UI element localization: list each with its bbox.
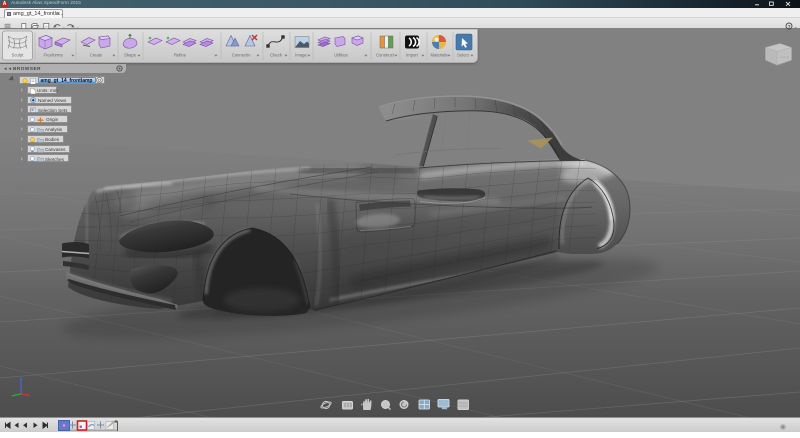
svg-text:Materials: Materials xyxy=(431,52,448,57)
svg-text:Construct: Construct xyxy=(376,52,395,57)
svg-text:Freeforms: Freeforms xyxy=(43,52,62,57)
svg-text:FRONT: FRONT xyxy=(780,56,790,60)
svg-text:Check: Check xyxy=(270,52,283,57)
svg-text:Select: Select xyxy=(457,52,469,57)
svg-text:Image: Image xyxy=(295,52,307,57)
svg-text:Sculpt: Sculpt xyxy=(12,52,24,57)
svg-text:Create: Create xyxy=(90,52,103,57)
svg-text:Connectiv: Connectiv xyxy=(232,52,252,57)
svg-text:?: ? xyxy=(788,23,791,29)
svg-text:Utilities: Utilities xyxy=(334,52,348,57)
svg-text:Refine: Refine xyxy=(174,52,187,57)
svg-text:Shape: Shape xyxy=(124,52,137,57)
svg-text:Import: Import xyxy=(406,52,419,57)
